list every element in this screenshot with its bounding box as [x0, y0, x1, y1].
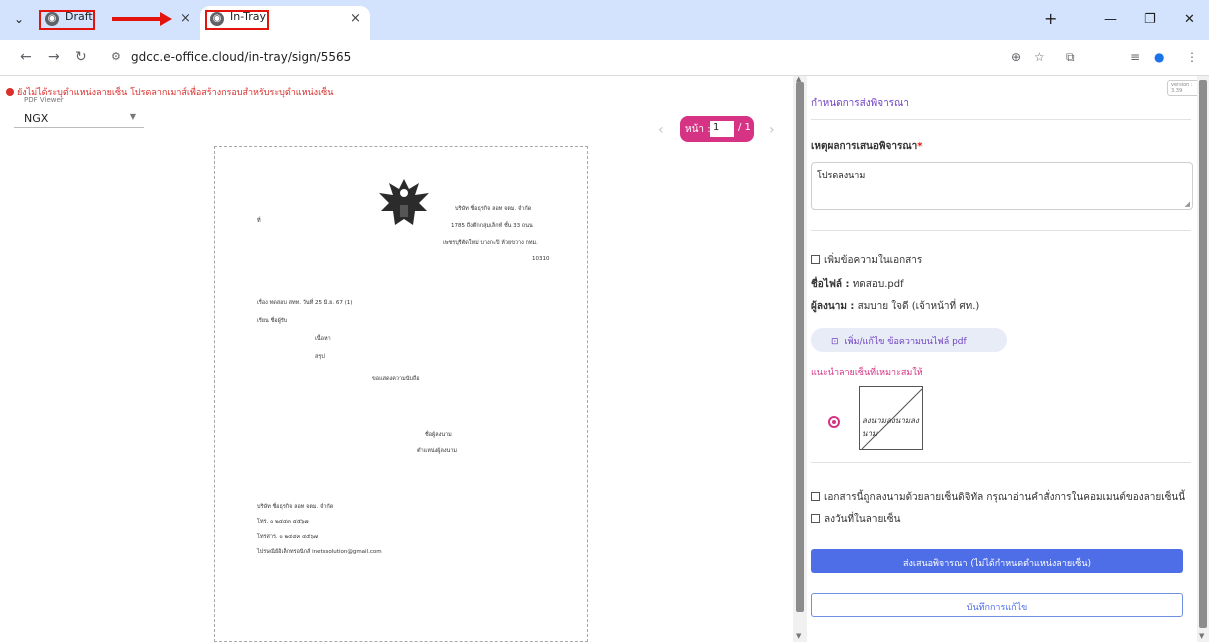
browser-toolbar: ← → ↻ ⚙ gdcc.e-office.cloud/in-tray/sign… [0, 40, 1209, 76]
file-name-value: ทดสอบ.pdf [852, 279, 904, 290]
resize-grip-icon[interactable]: ◢ [1185, 200, 1190, 208]
digital-signature-label: เอกสารนี้ถูกลงนามด้วยลายเซ็นดิจิทัล กรุณ… [824, 492, 1186, 503]
annotation-box-draft [39, 10, 95, 30]
checkbox-box[interactable] [811, 514, 820, 523]
add-text-checkbox[interactable]: เพิ่มข้อความในเอกสาร [811, 253, 922, 268]
divider [811, 119, 1191, 120]
edit-pdf-text-label: เพิ่ม/แก้ไข ข้อความบนไฟล์ pdf [844, 337, 967, 347]
doc-address-1: 1785 ถึงตึกกลุ่มเล็กท์ ชั้น 33 ถนน [451, 223, 533, 229]
right-scrollbar-thumb[interactable] [1199, 80, 1207, 628]
annotation-box-in-tray [205, 10, 269, 30]
reason-label: เหตุผลการเสนอพิจารณา* [811, 139, 922, 154]
close-icon[interactable]: × [350, 11, 361, 26]
scroll-down-icon[interactable]: ▼ [1199, 632, 1204, 640]
site-info-icon[interactable]: ⚙ [111, 50, 121, 63]
radio-dot [832, 420, 836, 424]
page-total: / 1 [738, 122, 751, 133]
suggest-signature-label: แนะนำลายเซ็นที่เหมาะสมให้ [811, 368, 923, 378]
annotation-arrow [112, 17, 164, 21]
edit-pdf-text-button[interactable]: ⊡ เพิ่ม/แก้ไข ข้อความบนไฟล์ pdf [811, 328, 1007, 352]
doc-company-name: บริษัท ชื่อธุรกิจ ลอท จตม. จำกัด [455, 206, 532, 212]
signature-text: ลงนามลงนามลงนาม [862, 416, 919, 438]
signature-warning-text: ยังไม่ได้ระบุตำแหน่งลายเซ็น โปรดลากเมาส์… [17, 88, 334, 98]
doc-signer-position: ตำแหน่งผู้ลงนาม [417, 448, 458, 454]
pdf-page[interactable]: ที่ บริษัท ชื่อธุรกิจ ลอท จตม. จำกัด 178… [214, 146, 588, 642]
extensions-icon[interactable]: ⧉ [1066, 50, 1075, 65]
doc-salutation: เรียน ชื่อผู้รับ [257, 318, 288, 324]
save-changes-button[interactable]: บันทึกการแก้ไข [811, 593, 1183, 617]
minimize-icon[interactable]: — [1104, 12, 1117, 27]
doc-body-content: เนื้อหา [315, 336, 331, 342]
doc-ref-label: ที่ [257, 218, 261, 224]
doc-footer-phone: โทร. ๐ ๒๔๔๓ ๔๕๖๗ [257, 519, 309, 525]
doc-address-2: เพชรบุรีตัดใหม่ บางกะปิ ห้วยขวาง กทม. [443, 240, 538, 246]
page-number-input[interactable]: 1 [710, 121, 734, 137]
signature-radio[interactable] [828, 416, 840, 428]
left-scrollbar[interactable]: ▲ ▼ [793, 75, 807, 642]
doc-closing: ขอแสดงความนับถือ [372, 376, 420, 382]
back-icon[interactable]: ← [20, 49, 32, 65]
restore-icon[interactable]: ❐ [1144, 12, 1156, 27]
close-icon[interactable]: × [180, 11, 191, 26]
garuda-emblem-icon [379, 179, 429, 225]
left-scrollbar-thumb[interactable] [796, 82, 804, 612]
doc-footer-email: ไปรษณีย์อิเล็กทรอนิกส์ inetssolution@gma… [257, 549, 382, 555]
pdf-viewer-pane: ยังไม่ได้ระบุตำแหน่งลายเซ็น โปรดลากเมาส์… [0, 76, 793, 642]
doc-signer-name: ชื่อผู้ลงนาม [425, 432, 452, 438]
signer-row: ผู้ลงนาม : สมบาย ใจดี (เจ้าหน้าที่ ศท.) [811, 299, 979, 314]
doc-footer-company: บริษัท ชื่อธุรกิจ ลอท จตม. จำกัด [257, 504, 334, 510]
doc-body-summary: สรุป [315, 354, 325, 360]
page-label: หน้า : [685, 124, 711, 135]
doc-footer-fax: โทรสาร. ๐ ๒๔๔๓ ๔๕๖๗ [257, 534, 318, 540]
digital-signature-checkbox[interactable]: เอกสารนี้ถูกลงนามด้วยลายเซ็นดิจิทัล กรุณ… [811, 490, 1185, 505]
edit-text-icon: ⊡ [831, 337, 839, 347]
doc-subject: เรื่อง ทดสอบ สทท. วันที่ 25 มิ.ย. 67 (1) [257, 300, 353, 306]
scroll-down-icon[interactable]: ▼ [796, 632, 801, 640]
date-in-signature-label: ลงวันที่ในลายเซ็น [824, 514, 901, 525]
doc-postcode: 10310 [532, 256, 550, 262]
date-in-signature-checkbox[interactable]: ลงวันที่ในลายเซ็น [811, 512, 900, 527]
checkbox-box[interactable] [811, 255, 820, 264]
submit-for-review-button[interactable]: ส่งเสนอพิจารณา (ไม่ได้กำหนดตำแหน่งลายเซ็… [811, 549, 1183, 573]
right-scrollbar[interactable]: ▼ [1197, 76, 1209, 642]
reason-textarea-value: โปรดลงนาม [817, 171, 866, 181]
viewer-select-value: NGX [24, 112, 49, 125]
annotation-arrow-head [160, 12, 172, 26]
bookmark-star-icon[interactable]: ☆ [1034, 50, 1045, 64]
next-page-icon[interactable]: › [769, 122, 775, 138]
new-tab-button[interactable]: + [1044, 9, 1057, 28]
url-text: gdcc.e-office.cloud/in-tray/sign/5565 [131, 50, 352, 64]
reason-label-text: เหตุผลการเสนอพิจารณา [811, 141, 918, 152]
tab-strip: ⌄ ◉ Draft × ◉ In-Tray × + — ❐ ✕ [0, 0, 1209, 40]
reading-list-icon[interactable]: ≡ [1130, 50, 1140, 64]
address-bar[interactable]: ⚙ gdcc.e-office.cloud/in-tray/sign/5565 [105, 45, 1185, 71]
reload-icon[interactable]: ↻ [75, 49, 87, 65]
viewer-select[interactable]: NGX ▼ [14, 108, 144, 128]
alert-icon [6, 88, 14, 96]
menu-kebab-icon[interactable]: ⋮ [1186, 50, 1198, 64]
signer-value: สมบาย ใจดี (เจ้าหน้าที่ ศท.) [857, 301, 980, 312]
reason-textarea[interactable]: โปรดลงนาม ◢ [811, 162, 1193, 210]
zoom-icon[interactable]: ⊕ [1011, 50, 1021, 64]
profile-icon[interactable]: ● [1154, 50, 1164, 64]
required-mark: * [917, 141, 923, 152]
divider [811, 462, 1191, 463]
signature-image[interactable]: ลงนามลงนามลงนาม [859, 386, 923, 450]
submission-form-pane: version : 3.39 กำหนดการส่งพิจารณา เหตุผล… [807, 76, 1209, 642]
close-window-icon[interactable]: ✕ [1184, 12, 1195, 27]
viewer-select-label: PDF Viewer [24, 96, 64, 104]
file-name-label: ชื่อไฟล์ : [811, 279, 850, 290]
caret-down-icon: ▼ [129, 112, 136, 121]
panel-heading: กำหนดการส่งพิจารณา [811, 98, 909, 109]
tab-search-chevron-icon[interactable]: ⌄ [14, 12, 24, 26]
file-name-row: ชื่อไฟล์ : ทดสอบ.pdf [811, 277, 904, 292]
checkbox-box[interactable] [811, 492, 820, 501]
add-text-label: เพิ่มข้อความในเอกสาร [824, 255, 923, 266]
divider [811, 230, 1191, 231]
forward-icon[interactable]: → [48, 49, 60, 65]
prev-page-icon[interactable]: ‹ [658, 122, 664, 138]
signer-label: ผู้ลงนาม : [811, 301, 855, 312]
page-pager: หน้า : 1 / 1 [680, 116, 754, 142]
